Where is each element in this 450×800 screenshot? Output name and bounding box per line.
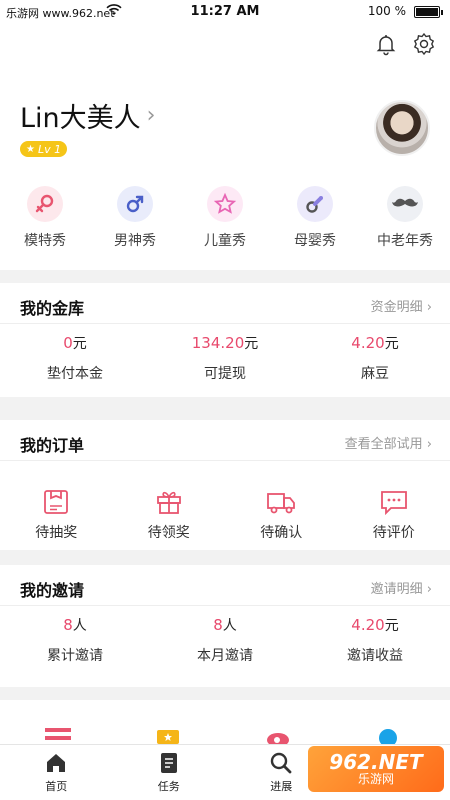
site-watermark-logo: 962.NET 乐游网 <box>308 746 444 792</box>
profile-header: Lin大美人 › ★ Lv 1 模特秀 男神秀 儿童秀 母婴秀 中老年秀 <box>0 24 450 270</box>
male-icon <box>117 186 153 222</box>
divider <box>0 605 450 606</box>
orders-card: 我的订单 查看全部试用 › 待抽奖 待领奖 待确认 待评价 <box>0 420 450 550</box>
globe-icon[interactable] <box>375 726 401 747</box>
orders-view-all-link[interactable]: 查看全部试用 › <box>345 433 432 452</box>
stat-advance-principal[interactable]: 0元 垫付本金 <box>0 333 150 383</box>
gift-icon <box>154 488 184 516</box>
avatar[interactable] <box>374 100 430 156</box>
category-model[interactable]: 模特秀 <box>5 186 85 250</box>
category-label: 模特秀 <box>24 233 66 249</box>
truck-icon <box>266 488 296 516</box>
divider <box>0 323 450 324</box>
stat-withdrawable[interactable]: 134.20元 可提现 <box>150 333 300 383</box>
treasury-detail-link[interactable]: 资金明细 › <box>371 296 432 315</box>
menu-icon[interactable] <box>45 726 71 746</box>
category-label: 男神秀 <box>114 233 156 249</box>
badge-icon[interactable] <box>155 726 181 746</box>
level-badge: ★ Lv 1 <box>20 141 68 157</box>
gear-icon[interactable] <box>412 32 436 56</box>
battery-icon <box>414 6 443 18</box>
stat-total-invites[interactable]: 8人 累计邀请 <box>0 615 150 665</box>
female-icon <box>27 186 63 222</box>
username: Lin大美人 <box>20 103 141 134</box>
stat-madou[interactable]: 4.20元 麻豆 <box>300 333 450 383</box>
bell-icon[interactable] <box>374 32 398 56</box>
orders-title: 我的订单 <box>20 436 85 455</box>
order-pending-lottery[interactable]: 待抽奖 <box>0 488 113 542</box>
status-bar: 乐游网 www.962.net 11:27 AM 100 % <box>0 0 450 24</box>
category-label: 母婴秀 <box>294 233 336 249</box>
star-icon: ★ <box>26 143 35 155</box>
category-senior[interactable]: 中老年秀 <box>365 186 445 250</box>
search-icon <box>269 751 293 775</box>
stat-invite-earnings[interactable]: 4.20元 邀请收益 <box>300 615 450 665</box>
treasury-title: 我的金库 <box>20 299 85 318</box>
category-baby[interactable]: 母婴秀 <box>275 186 355 250</box>
category-kids[interactable]: 儿童秀 <box>185 186 265 250</box>
home-icon <box>44 751 68 775</box>
lottery-icon <box>41 488 71 516</box>
invites-title: 我的邀请 <box>20 581 85 600</box>
treasury-card: 我的金库 资金明细 › 0元 垫付本金 134.20元 可提现 4.20元 麻豆 <box>0 283 450 397</box>
mustache-icon <box>387 186 423 222</box>
order-pending-prize[interactable]: 待领奖 <box>113 488 226 542</box>
category-row: 模特秀 男神秀 儿童秀 母婴秀 中老年秀 <box>0 186 450 250</box>
weibo-icon[interactable] <box>265 726 291 747</box>
tab-home[interactable]: 首页 <box>0 745 113 800</box>
category-label: 儿童秀 <box>204 233 246 249</box>
order-pending-review[interactable]: 待评价 <box>338 488 450 542</box>
task-icon <box>157 751 181 775</box>
pacifier-icon <box>297 186 333 222</box>
battery-percent: 100 % <box>367 4 406 18</box>
order-pending-confirm[interactable]: 待确认 <box>225 488 338 542</box>
invites-detail-link[interactable]: 邀请明细 › <box>371 578 432 597</box>
tab-tasks[interactable]: 任务 <box>113 745 226 800</box>
category-label: 中老年秀 <box>377 233 433 249</box>
chevron-right-icon: › <box>146 103 156 128</box>
stat-month-invites[interactable]: 8人 本月邀请 <box>150 615 300 665</box>
profile-info[interactable]: Lin大美人 › ★ Lv 1 <box>20 96 155 157</box>
star-icon <box>207 186 243 222</box>
level-label: Lv 1 <box>37 142 62 156</box>
category-male[interactable]: 男神秀 <box>95 186 175 250</box>
invites-card: 我的邀请 邀请明细 › 8人 累计邀请 8人 本月邀请 4.20元 邀请收益 <box>0 565 450 687</box>
comment-icon <box>379 488 409 516</box>
divider <box>0 460 450 461</box>
